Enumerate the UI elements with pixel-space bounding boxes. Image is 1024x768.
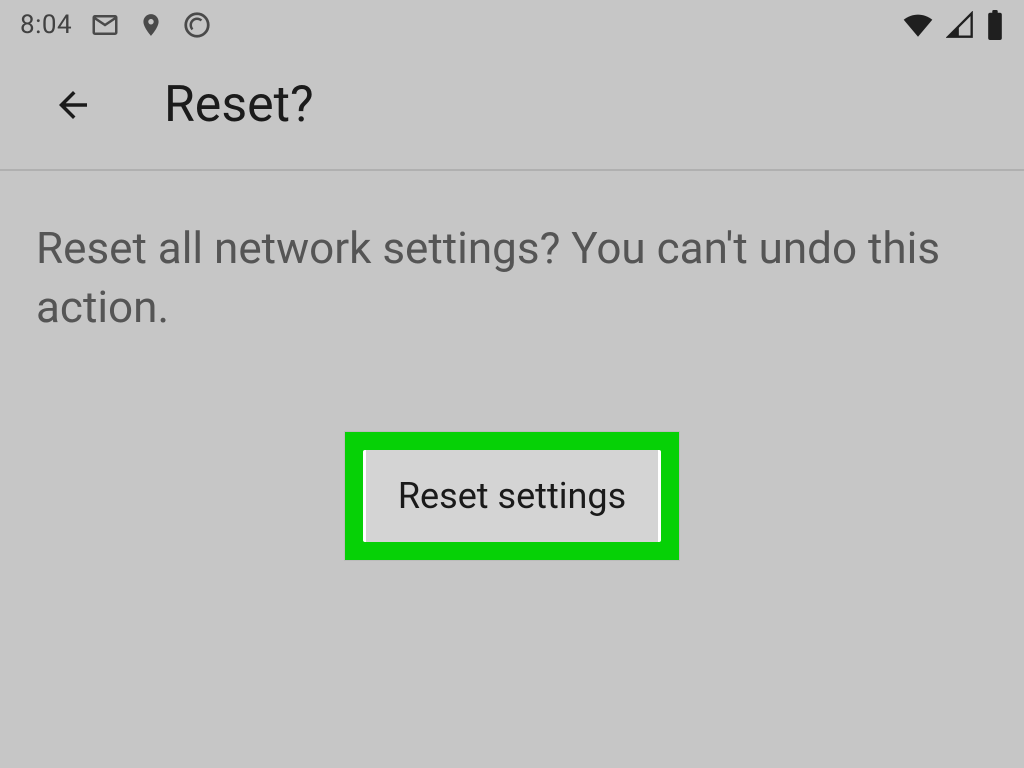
status-time: 8:04 [20, 10, 72, 40]
highlight-frame: Reset settings [345, 432, 679, 560]
status-bar-left: 8:04 [20, 10, 212, 40]
page-title: Reset? [164, 76, 314, 134]
status-bar: 8:04 [0, 0, 1024, 48]
wifi-icon [902, 12, 934, 38]
location-icon [138, 10, 164, 40]
reset-settings-button[interactable]: Reset settings [363, 450, 661, 542]
app-bar: Reset? [0, 48, 1024, 169]
content-area: Reset all network settings? You can't un… [0, 171, 1024, 561]
button-area: Reset settings [36, 432, 988, 560]
cellular-signal-icon [946, 11, 974, 39]
battery-icon [986, 10, 1004, 40]
mail-icon [90, 10, 120, 40]
back-arrow-icon[interactable] [52, 84, 94, 126]
status-bar-right [902, 10, 1004, 40]
warning-text: Reset all network settings? You can't un… [36, 219, 988, 338]
circle-outline-icon [182, 10, 212, 40]
